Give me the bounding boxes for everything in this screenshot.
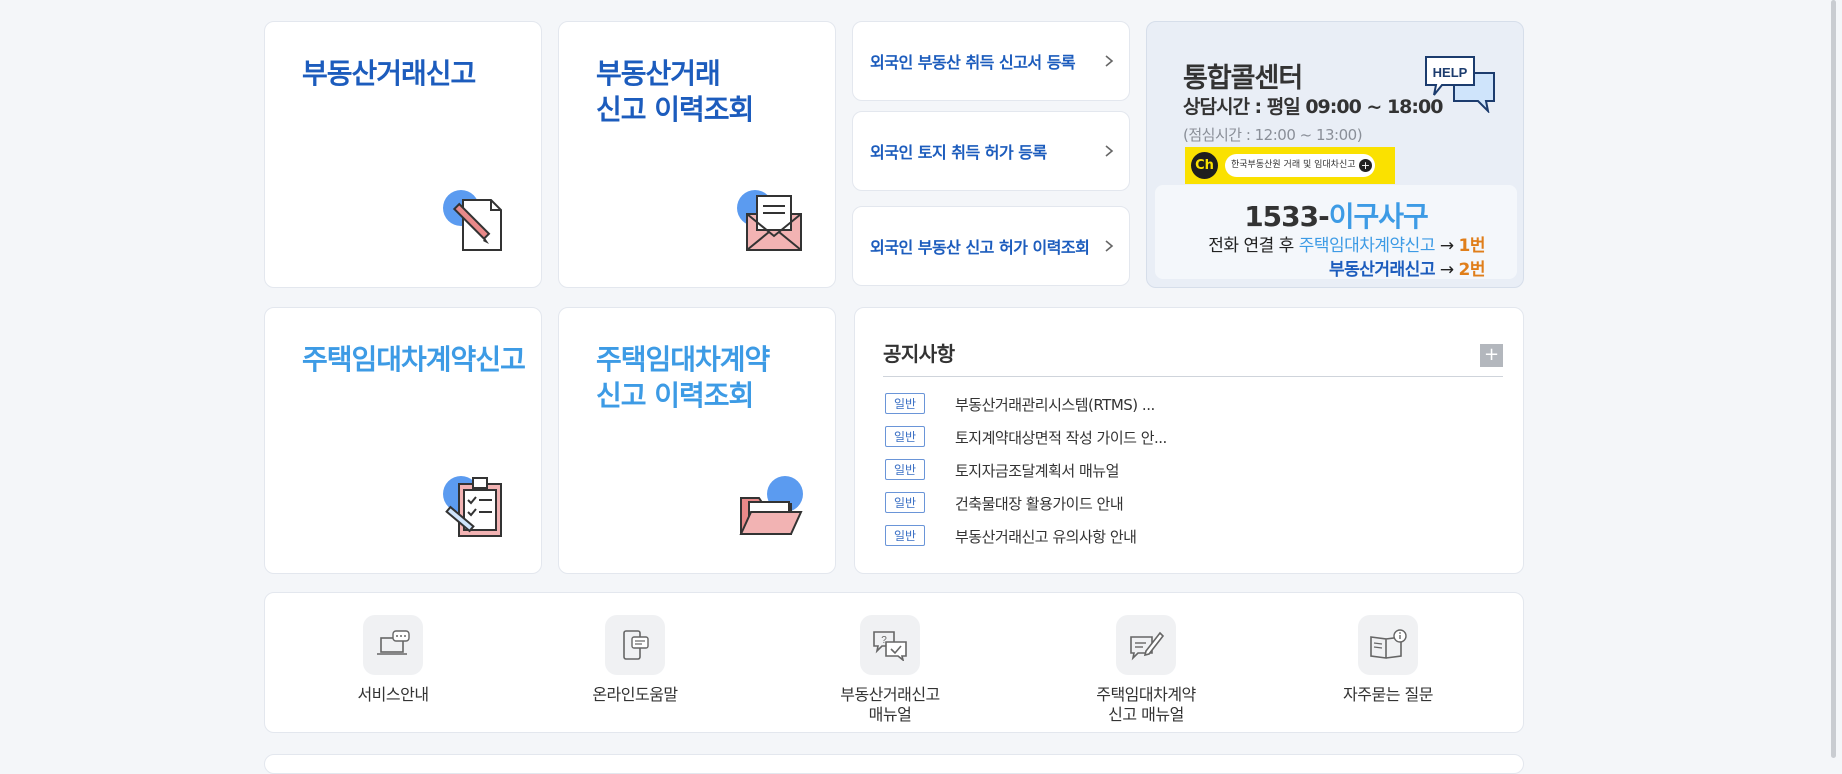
phone-prefix: 1533- <box>1244 200 1330 233</box>
lease-history-title: 주택임대차계약 신고 이력조회 <box>596 343 770 412</box>
mobile-chat-icon <box>605 615 665 675</box>
kakao-channel-text: 한국부동산원 거래 및 임대차신고 <box>1231 160 1356 170</box>
quick-lease-manual[interactable]: 주택임대차계약 신고 매뉴얼 <box>1056 615 1236 725</box>
notice-item-title[interactable]: 건축물대장 활용가이드 안내 <box>955 493 1124 514</box>
kakao-channel-label: 한국부동산원 거래 및 임대차신고 + <box>1225 154 1375 177</box>
foreign-land-permit-link[interactable]: 외국인 토지 취득 허가 등록 <box>852 111 1130 191</box>
vertical-scrollbar[interactable] <box>1825 0 1842 758</box>
quick-label: 부동산거래신고 매뉴얼 <box>840 685 940 724</box>
pen-document-icon <box>1116 615 1176 675</box>
notice-badge: 일반 <box>885 525 925 546</box>
foreign-realestate-acquisition-link[interactable]: 외국인 부동산 취득 신고서 등록 <box>852 21 1130 101</box>
quick-online-help[interactable]: 온라인도움말 <box>545 615 725 705</box>
notice-badge: 일반 <box>885 426 925 447</box>
guide-realestate: 부동산거래신고 <box>1328 260 1435 280</box>
folder-open-icon <box>739 476 803 535</box>
guide-num2: 2번 <box>1458 260 1486 280</box>
quick-label: 자주묻는 질문 <box>1343 685 1433 704</box>
guide-arrow: → <box>1434 260 1459 280</box>
notice-item-title[interactable]: 부동산거래신고 유의사항 안내 <box>955 526 1137 547</box>
notice-badge: 일반 <box>885 393 925 414</box>
help-text: HELP <box>1433 65 1468 80</box>
link-label: 외국인 부동산 취득 신고서 등록 <box>870 53 1076 72</box>
scrollbar-thumb[interactable] <box>1831 0 1836 758</box>
lease-report-title: 주택임대차계약신고 <box>302 343 526 376</box>
book-info-icon <box>1358 615 1418 675</box>
clipboard-checklist-icon <box>443 476 502 537</box>
guide-arrow: → <box>1434 236 1459 256</box>
callcenter-lunch: (점심시간 : 12:00 ~ 13:00) <box>1183 126 1363 144</box>
quick-label: 주택임대차계약 신고 매뉴얼 <box>1096 685 1196 724</box>
quick-realestate-manual[interactable]: ? 부동산거래신고 매뉴얼 <box>800 615 980 725</box>
quick-label: 서비스안내 <box>357 685 429 704</box>
callcenter-hours: 상담시간 : 평일 09:00 ~ 18:00 <box>1183 96 1443 118</box>
question-chat-icon: ? <box>860 615 920 675</box>
realestate-report-title: 부동산거래신고 <box>302 57 476 90</box>
chevron-right-icon <box>1105 55 1114 67</box>
callcenter-phone-box: 1533-이구사구 전화 연결 후 주택임대차계약신고 → 1번 부동산거래신고… <box>1155 185 1517 280</box>
notice-item-title[interactable]: 토지계약대상면적 작성 가이드 안... <box>955 427 1167 448</box>
lease-history-card[interactable]: 주택임대차계약 신고 이력조회 <box>558 307 836 574</box>
callcenter-guide-line1: 전화 연결 후 주택임대차계약신고 → 1번 <box>1208 231 1485 256</box>
link-label: 외국인 토지 취득 허가 등록 <box>870 143 1047 162</box>
phone-word: 이구사구 <box>1328 200 1429 233</box>
bottom-card-edge <box>264 754 1524 774</box>
notice-item-title[interactable]: 토지자금조달계획서 매뉴얼 <box>955 460 1119 481</box>
help-bubble-icon: HELP <box>1425 56 1495 113</box>
guide-num1: 1번 <box>1458 236 1486 256</box>
callcenter-title: 통합콜센터 <box>1183 63 1303 94</box>
notice-item-title[interactable]: 부동산거래관리시스템(RTMS) ... <box>955 394 1155 415</box>
notice-title: 공지사항 <box>883 342 955 366</box>
notice-more-button[interactable]: + <box>1480 344 1503 367</box>
quick-label: 온라인도움말 <box>592 685 678 704</box>
quick-faq[interactable]: 자주묻는 질문 <box>1298 615 1478 705</box>
notice-badge: 일반 <box>885 492 925 513</box>
realestate-history-title: 부동산거래 신고 이력조회 <box>596 57 754 126</box>
foreign-permit-history-link[interactable]: 외국인 부동산 신고 허가 이력조회 <box>852 206 1130 286</box>
quick-service-guide[interactable]: 서비스안내 <box>303 615 483 705</box>
realestate-report-card[interactable]: 부동산거래신고 <box>264 21 542 288</box>
realestate-history-card[interactable]: 부동산거래 신고 이력조회 <box>558 21 836 288</box>
guide-prefix: 전화 연결 후 <box>1208 236 1299 256</box>
plus-icon: + <box>1359 159 1372 172</box>
document-pen-icon <box>443 190 502 251</box>
notice-badge: 일반 <box>885 459 925 480</box>
notice-divider <box>883 376 1503 377</box>
envelope-letter-icon <box>737 190 802 251</box>
callcenter-phone[interactable]: 1533-이구사구 <box>1155 195 1517 235</box>
kakao-channel-button[interactable]: Ch 한국부동산원 거래 및 임대차신고 + <box>1185 147 1395 184</box>
chevron-right-icon <box>1105 145 1114 157</box>
quick-menu-panel: 서비스안내 온라인도움말 ? 부동산거래신고 매뉴얼 주택임대차계약 신고 매뉴… <box>264 592 1524 733</box>
notice-panel: 공지사항 + 일반 부동산거래관리시스템(RTMS) ... 일반 토지계약대상… <box>854 307 1524 574</box>
callcenter-panel: 통합콜센터 상담시간 : 평일 09:00 ~ 18:00 (점심시간 : 12… <box>1146 21 1524 288</box>
kakao-channel-icon: Ch <box>1191 152 1218 179</box>
guide-lease: 주택임대차계약신고 <box>1298 236 1436 256</box>
chevron-right-icon <box>1105 240 1114 252</box>
laptop-chat-icon <box>363 615 423 675</box>
lease-report-card[interactable]: 주택임대차계약신고 <box>264 307 542 574</box>
link-label: 외국인 부동산 신고 허가 이력조회 <box>870 238 1090 257</box>
callcenter-guide-line2: 부동산거래신고 → 2번 <box>1328 255 1486 280</box>
